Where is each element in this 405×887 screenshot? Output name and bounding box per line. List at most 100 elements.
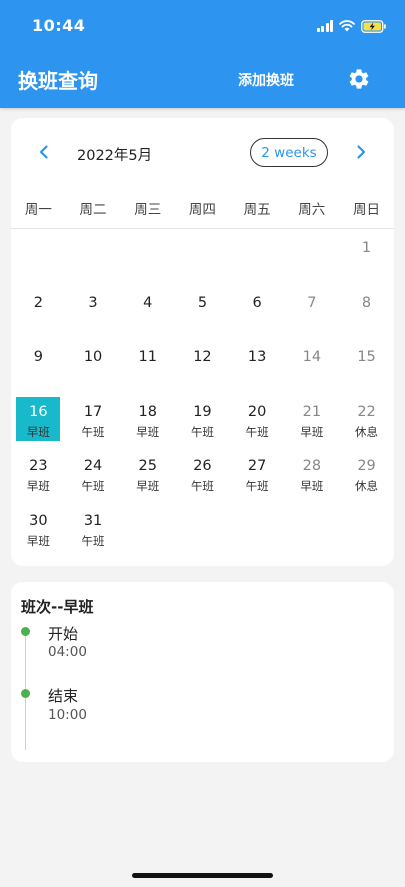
- event-time: 10:00: [48, 707, 87, 723]
- calendar-day-shift: 早班: [26, 424, 50, 439]
- cellular-signal-icon: [316, 20, 333, 32]
- calendar-day-number: 3: [88, 294, 98, 311]
- calendar-day-number: 11: [138, 349, 157, 365]
- calendar-day-number: 14: [302, 349, 322, 365]
- wifi-icon: [339, 20, 355, 32]
- calendar-day-number: 20: [247, 403, 267, 420]
- weekday-label: 周五: [243, 202, 271, 218]
- calendar-day[interactable]: 3: [71, 288, 115, 332]
- calendar-day[interactable]: 28 早班: [290, 451, 334, 495]
- calendar-day-number: 27: [247, 458, 267, 474]
- calendar-day[interactable]: 21 早班: [290, 397, 334, 441]
- calendar-day-number: 1: [361, 240, 372, 256]
- calendar-day-number: 17: [83, 403, 103, 420]
- calendar-day[interactable]: 25 早班: [126, 451, 170, 495]
- calendar-day-shift: 早班: [136, 479, 160, 493]
- calendar-day-number: 10: [83, 349, 103, 365]
- calendar-day-shift: 早班: [300, 424, 324, 439]
- calendar-format-button[interactable]: 2 weeks: [250, 138, 328, 167]
- add-shift-button[interactable]: 添加换班: [238, 70, 294, 90]
- calendar-day[interactable]: 8: [345, 288, 389, 332]
- calendar-day-shift: 早班: [136, 424, 160, 439]
- shift-detail-card: 班次--早班 开始 04:00 结束 10:00: [11, 582, 394, 762]
- calendar-day-number: 28: [302, 458, 322, 474]
- calendar-day-shift: 早班: [26, 533, 50, 548]
- weekday-label: 周六: [298, 202, 326, 218]
- calendar-day-number: 15: [357, 349, 376, 365]
- calendar-day[interactable]: 27 午班: [235, 451, 279, 495]
- calendar-day[interactable]: 18 早班: [126, 397, 170, 441]
- calendar-day[interactable]: 19 午班: [180, 397, 224, 441]
- calendar-day[interactable]: 2: [16, 288, 60, 332]
- weekday-label: 周二: [79, 202, 107, 218]
- calendar-day[interactable]: 23 早班: [16, 451, 60, 495]
- calendar-day[interactable]: 26 午班: [180, 451, 224, 495]
- calendar-day-shift: 早班: [300, 479, 324, 493]
- timeline-dot: [21, 627, 30, 636]
- calendar-day-number: 13: [247, 349, 267, 365]
- gear-icon[interactable]: [347, 67, 371, 91]
- calendar-day[interactable]: 22 休息: [345, 397, 389, 441]
- calendar-day-number: 22: [357, 403, 376, 420]
- calendar-day-shift: 午班: [245, 424, 269, 439]
- calendar-day-number: 16: [29, 403, 48, 420]
- weekday-divider: [11, 228, 394, 229]
- chevron-left-icon[interactable]: [34, 142, 54, 162]
- calendar-day[interactable]: 15: [345, 342, 389, 386]
- calendar-day-number: 31: [83, 512, 103, 529]
- calendar-day-number: 4: [143, 294, 153, 311]
- month-label: 2022年5月: [77, 148, 153, 164]
- weekday-label: 周四: [188, 202, 216, 218]
- weekday-label: 周三: [134, 202, 162, 218]
- calendar-day[interactable]: 11: [126, 342, 170, 386]
- battery-charging-icon: [361, 19, 387, 33]
- calendar-day-number: 2: [33, 294, 43, 311]
- calendar-day[interactable]: 17 午班: [71, 397, 115, 441]
- timeline-dot: [21, 689, 30, 698]
- weekday-label: 周一: [24, 202, 52, 218]
- calendar-day-number: 24: [83, 458, 103, 474]
- calendar-day-number: 29: [357, 458, 376, 474]
- calendar-card: 2022年5月 2 weeks 周一 周二 周三 周四 周五 周六 周日 123…: [11, 118, 394, 566]
- event-time: 04:00: [48, 644, 87, 660]
- calendar-day[interactable]: 29 休息: [345, 451, 389, 495]
- status-time: 10:44: [32, 16, 86, 35]
- shift-detail-title: 班次--早班: [21, 598, 94, 616]
- calendar-day[interactable]: 5: [180, 288, 224, 332]
- event-label: 开始: [48, 625, 79, 643]
- calendar-day-number: 12: [193, 349, 212, 365]
- calendar-day[interactable]: 12: [180, 342, 224, 386]
- calendar-day-shift: 午班: [81, 479, 105, 493]
- calendar-day[interactable]: 6: [235, 288, 279, 332]
- status-icons: [316, 18, 388, 34]
- calendar-day[interactable]: 14: [290, 342, 334, 386]
- calendar-day[interactable]: 4: [126, 288, 170, 332]
- calendar-day[interactable]: 20 午班: [235, 397, 279, 441]
- calendar-day[interactable]: 7: [290, 288, 334, 332]
- calendar-day[interactable]: 13: [235, 342, 279, 386]
- calendar-day[interactable]: 16 早班: [16, 396, 61, 441]
- calendar-day-shift: 早班: [26, 479, 50, 493]
- weekday-header: 周一 周二 周三 周四 周五 周六 周日: [11, 198, 394, 218]
- calendar-day-number: 8: [361, 294, 372, 311]
- calendar-day[interactable]: 1: [345, 233, 389, 277]
- calendar-day-number: 6: [252, 294, 262, 311]
- calendar-day[interactable]: 31 午班: [71, 506, 115, 550]
- app-bar: 10:44 换班查询 添加换班: [0, 0, 405, 108]
- calendar-day-shift: 午班: [245, 479, 269, 493]
- calendar-day-shift: 午班: [81, 424, 105, 439]
- chevron-right-icon[interactable]: [351, 142, 371, 162]
- calendar-day[interactable]: 24 午班: [71, 451, 115, 495]
- calendar-day-number: 19: [193, 403, 212, 420]
- calendar-day-shift: 休息: [355, 479, 379, 493]
- calendar-day[interactable]: 30 早班: [16, 506, 60, 550]
- calendar-day-number: 21: [302, 403, 322, 420]
- weekday-label: 周日: [352, 202, 380, 218]
- calendar-day-number: 5: [197, 294, 208, 311]
- calendar-day-number: 18: [138, 403, 157, 420]
- calendar-day[interactable]: 9: [16, 342, 60, 386]
- calendar-day-number: 26: [193, 458, 212, 474]
- calendar-day[interactable]: 10: [71, 342, 115, 386]
- calendar-day-shift: 休息: [355, 424, 379, 439]
- calendar-day-number: 30: [29, 512, 48, 529]
